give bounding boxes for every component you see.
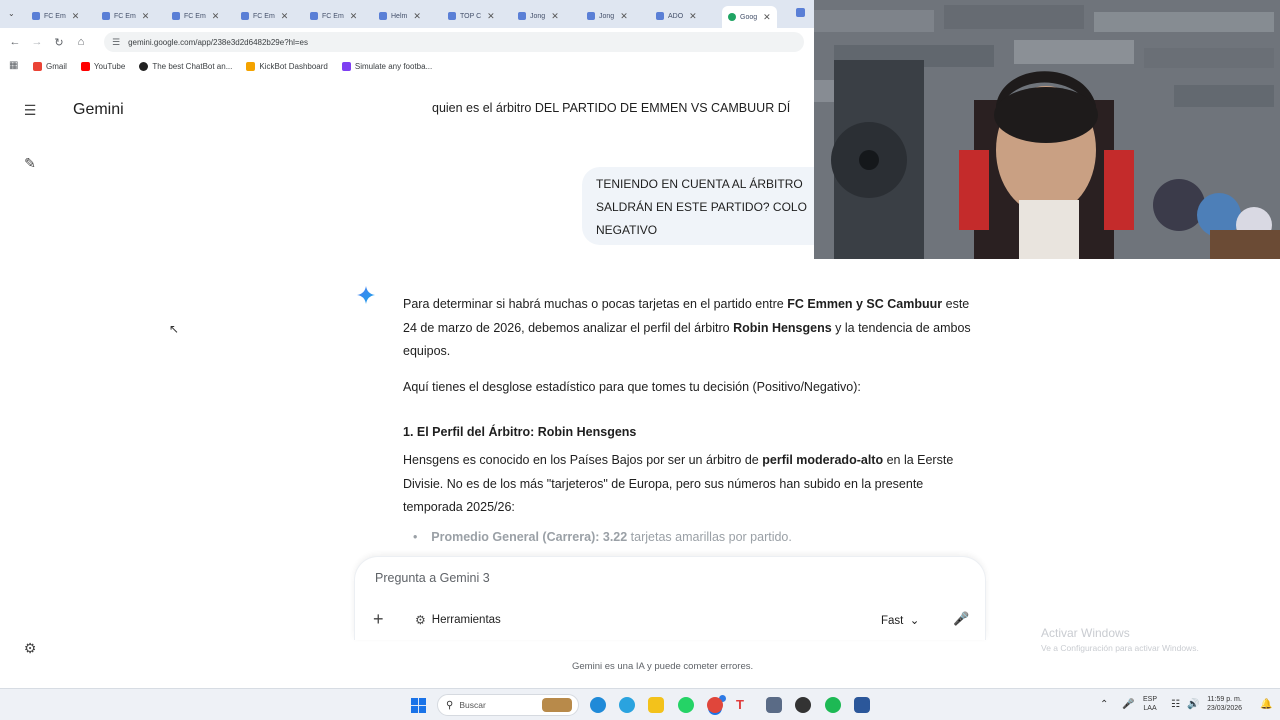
browser-tab[interactable]: FC Em ✕ [310,8,357,24]
prompt-composer: Pregunta a Gemini 3 + ⚙ Herramientas Fast… [354,556,986,640]
browser-tab[interactable]: Jong ✕ [518,8,559,24]
tab-favicon-icon [32,12,40,20]
new-chat-icon[interactable]: ✎ [22,155,38,171]
close-tab-icon[interactable]: ✕ [350,11,358,22]
youtube-icon [80,61,90,71]
tab-favicon-icon [728,13,736,21]
response-paragraph: Hensgens es conocido en los Países Bajos… [403,453,954,514]
bookmark-youtube[interactable]: YouTube [80,61,125,71]
edge-icon[interactable] [590,697,606,713]
response-paragraph: Para determinar si habrá muchas o pocas … [403,297,971,358]
tools-button[interactable]: ⚙ Herramientas [415,613,501,627]
tray-chevron-icon[interactable]: ⌃ [1100,699,1108,710]
telegram-icon[interactable] [619,697,635,713]
browser-tab-active[interactable]: Goog ✕ [722,6,777,28]
windows-taskbar: ⚲ Buscar T ⌃ 🎤 ESP LAA ☷ 🔊 11:59 p. m. 2… [0,688,1280,720]
spotify-icon[interactable] [825,697,841,713]
site-info-icon[interactable]: ☰ [112,37,120,48]
search-icon: ⚲ [446,699,454,711]
tab-favicon-icon [379,12,387,20]
browser-tab[interactable]: TOP C ✕ [448,8,495,24]
close-tab-icon[interactable]: ✕ [487,11,495,22]
windows-start-icon[interactable] [411,698,426,713]
tab-favicon-icon [656,12,664,20]
user-message-bubble: TENIENDO EN CUENTA AL ÁRBITRO SALDRÁN EN… [582,167,842,245]
close-tab-icon[interactable]: ✕ [689,11,697,22]
tab-favicon-icon [518,12,526,20]
tools-sliders-icon: ⚙ [415,613,426,627]
prompt-input[interactable]: Pregunta a Gemini 3 [375,571,490,585]
bookmark-chatbot[interactable]: The best ChatBot an... [139,61,232,71]
settings-gear-icon[interactable]: ⚙ [22,640,38,656]
mouse-cursor-icon: ↖ [169,322,180,336]
browser-tab[interactable]: ADO ✕ [656,8,697,24]
browser-tab[interactable]: Helm ✕ [379,8,421,24]
search-highlight-icon [542,698,572,712]
calculator-icon[interactable] [766,697,782,713]
close-tab-icon[interactable]: ✕ [72,11,80,22]
file-explorer-icon[interactable] [648,697,664,713]
browser-tab[interactable]: FC Em ✕ [172,8,219,24]
network-icon[interactable]: ☷ [1171,699,1180,710]
close-tab-icon[interactable]: ✕ [413,11,421,22]
tray-mic-icon[interactable]: 🎤 [1122,699,1134,710]
response-bullet: • Promedio General (Carrera): 3.22 tarje… [413,530,792,544]
menu-icon[interactable]: ☰ [22,102,38,118]
forward-icon[interactable]: → [30,35,44,49]
browser-tab[interactable]: FC Em ✕ [102,8,149,24]
media-app-icon[interactable] [795,697,811,713]
tab-favicon-icon [102,12,110,20]
bookmark-simulate[interactable]: Simulate any footba... [341,61,432,71]
response-paragraph: Aquí tienes el desglose estadístico para… [403,380,861,394]
browser-tab[interactable]: Jong ✕ [587,8,628,24]
close-tab-icon[interactable]: ✕ [281,11,289,22]
speaker-icon[interactable]: 🔊 [1187,699,1199,710]
add-attachment-icon[interactable]: + [373,610,384,628]
back-icon[interactable]: ← [8,35,22,49]
browser-tab[interactable]: FC Em ✕ [32,8,79,24]
user-prompt-title: quien es el árbitro DEL PARTIDO DE EMMEN… [432,101,791,115]
simulate-icon [341,61,351,71]
close-tab-icon[interactable]: ✕ [763,12,771,23]
microphone-icon[interactable]: 🎤 [953,611,969,627]
gemini-spark-icon [357,286,375,304]
close-tab-icon[interactable]: ✕ [212,11,220,22]
tab-favicon-icon [172,12,180,20]
github-icon [139,61,149,71]
model-mode-selector[interactable]: Fast ⌄ [881,613,919,627]
chrome-icon[interactable] [707,697,723,713]
gmail-icon [33,61,42,71]
clock[interactable]: 11:59 p. m. 23/03/2026 [1207,695,1242,713]
whatsapp-icon[interactable] [678,697,694,713]
address-bar[interactable]: ☰ gemini.google.com/app/238e3d2d6482b29e… [104,32,804,52]
disclaimer-text: Gemini es una IA y puede cometer errores… [572,661,754,672]
gemini-logo-text: Gemini [73,101,124,118]
close-tab-icon[interactable]: ✕ [142,11,150,22]
input-language[interactable]: ESP LAA [1143,695,1157,713]
apps-grid-icon[interactable]: ▦ [9,61,19,71]
taskbar-search[interactable]: ⚲ Buscar [437,694,579,716]
webcam-overlay-image [814,0,1280,259]
home-icon[interactable]: ⌂ [74,35,88,49]
activate-windows-watermark: Activar Windows Ve a Configuración para … [1041,626,1199,653]
close-tab-icon[interactable]: ✕ [620,11,628,22]
bookmark-gmail[interactable]: Gmail [33,61,67,71]
bookmark-kickbot[interactable]: KickBot Dashboard [246,61,328,71]
close-tab-icon[interactable]: ✕ [551,11,559,22]
response-heading: 1. El Perfil del Árbitro: Robin Hensgens [403,425,637,439]
browser-tab[interactable]: FC Em ✕ [241,8,288,24]
tab-favicon-icon [448,12,456,20]
tab-favicon-icon [310,12,318,20]
url-text: gemini.google.com/app/238e3d2d6482b29e?h… [128,37,309,47]
typora-icon[interactable]: T [736,697,752,713]
tab-list-chevron-icon[interactable]: ⌄ [8,9,15,18]
kickbot-icon [246,61,256,71]
chevron-down-icon: ⌄ [909,615,920,627]
notifications-icon[interactable]: 🔔 [1260,699,1272,710]
new-tab-icon[interactable] [796,8,805,17]
tab-favicon-icon [241,12,249,20]
tab-favicon-icon [587,12,595,20]
reload-icon[interactable]: ↻ [52,35,66,49]
word-icon[interactable] [854,697,870,713]
